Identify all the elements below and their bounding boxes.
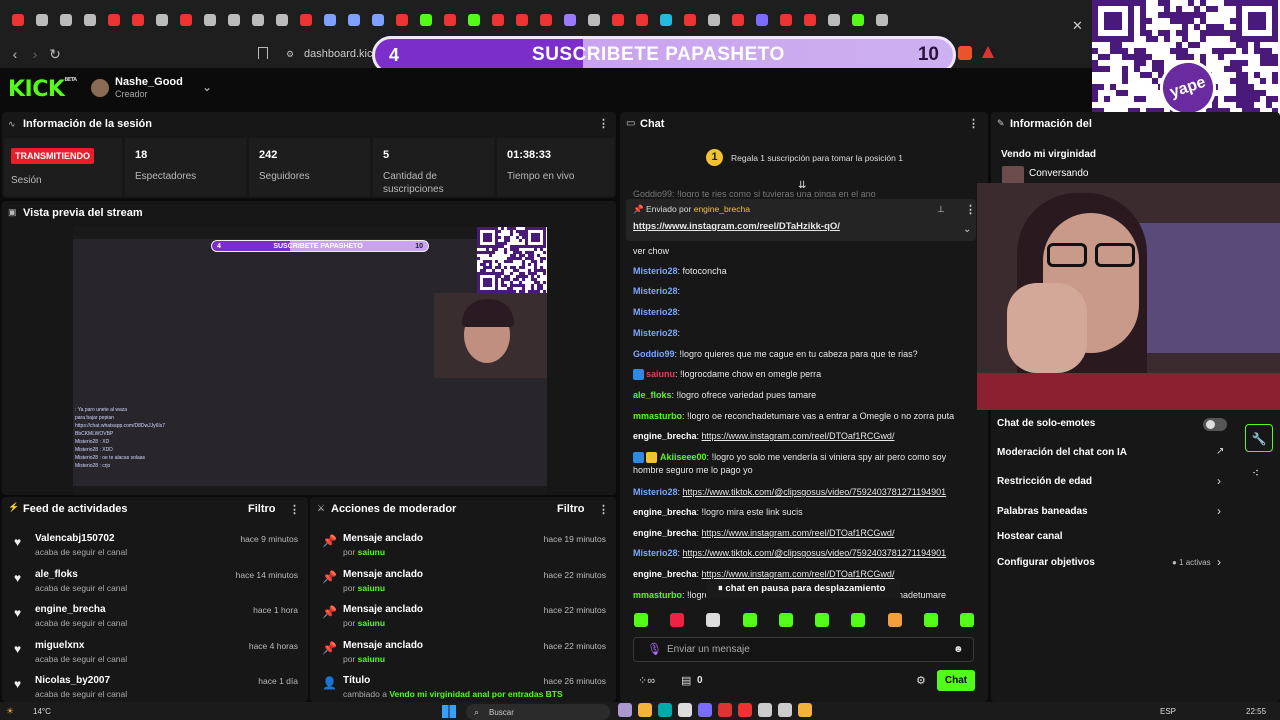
weather-temp: 14°C [33, 707, 51, 716]
weather-icon: ☀ [6, 706, 15, 716]
taskbar-app-icon[interactable] [758, 703, 772, 717]
chevron-right-icon[interactable]: › [1217, 474, 1221, 488]
wrench-icon[interactable]: 🔧 [1245, 424, 1273, 452]
setting-item[interactable]: Hostear canal [997, 531, 1063, 542]
setting-item[interactable]: Configurar objetivos [997, 557, 1095, 568]
taskbar-app-icon[interactable] [658, 703, 672, 717]
taskbar-search[interactable] [466, 704, 610, 720]
taskbar-app-icon[interactable] [618, 703, 632, 717]
chevron-right-icon[interactable]: › [1217, 504, 1221, 518]
external-link-icon[interactable]: ↗ [1216, 446, 1224, 457]
taskbar-app-icon[interactable] [698, 703, 712, 717]
goals-active-badge: ● 1 activas [1172, 558, 1211, 567]
taskbar-app-icon[interactable] [638, 703, 652, 717]
taskbar-app-icon[interactable] [738, 703, 752, 717]
setting-item[interactable]: Moderación del chat con IA [997, 447, 1127, 458]
taskbar-search-icon: ⌕ [474, 707, 480, 717]
windows-start-icon[interactable] [442, 705, 456, 718]
taskbar-search-text: Buscar [489, 708, 514, 717]
taskbar-app-icons [618, 703, 848, 719]
stream-settings-list: Chat de solo-emotes Moderación del chat c… [0, 0, 1280, 702]
chevron-right-icon[interactable]: › [1217, 555, 1221, 569]
share-icon[interactable]: ⁖ [1252, 466, 1259, 480]
language-indicator[interactable]: ESP [1160, 707, 1176, 716]
taskbar-app-icon[interactable] [798, 703, 812, 717]
setting-item[interactable]: Restricción de edad [997, 476, 1092, 487]
toggle-knob [1206, 420, 1215, 429]
setting-item[interactable]: Chat de solo-emotes [997, 418, 1095, 429]
taskbar-app-icon[interactable] [718, 703, 732, 717]
setting-item[interactable]: Palabras baneadas [997, 506, 1088, 517]
clock[interactable]: 22:55 [1246, 707, 1266, 716]
taskbar-app-icon[interactable] [678, 703, 692, 717]
taskbar-app-icon[interactable] [778, 703, 792, 717]
